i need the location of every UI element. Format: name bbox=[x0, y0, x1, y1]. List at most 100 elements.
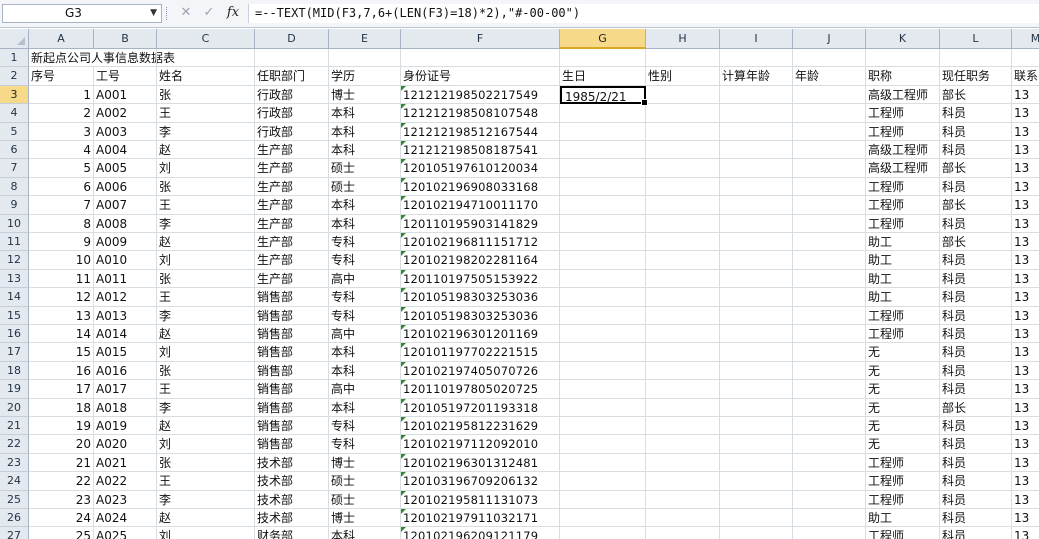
cell-contact[interactable]: 13 bbox=[1012, 104, 1039, 123]
cell-contact[interactable]: 13 bbox=[1012, 325, 1039, 344]
cell-dept[interactable]: 财务部 bbox=[255, 527, 329, 539]
cell-dept[interactable]: 生产部 bbox=[255, 141, 329, 160]
cell-age[interactable] bbox=[793, 85, 866, 105]
cell-title[interactable]: 工程师 bbox=[866, 527, 940, 539]
cell-contact[interactable]: 13 bbox=[1012, 380, 1039, 399]
cell-birthday[interactable] bbox=[560, 472, 646, 491]
cell-gender[interactable] bbox=[646, 251, 720, 270]
row-header[interactable]: 16 bbox=[0, 325, 29, 344]
cell-id-number[interactable]: 120110197805020725 bbox=[401, 380, 560, 399]
cell-gender[interactable] bbox=[646, 177, 720, 197]
row-header[interactable]: 1 bbox=[0, 49, 29, 68]
cell-education[interactable]: 专科 bbox=[329, 233, 401, 252]
cell[interactable] bbox=[560, 49, 646, 68]
cell-birthday[interactable] bbox=[560, 159, 646, 178]
cell-id-number[interactable]: 120102197112092010 bbox=[401, 435, 560, 454]
cell-emp-id[interactable]: A019 bbox=[94, 417, 157, 436]
cell-title[interactable]: 无 bbox=[866, 380, 940, 399]
header-cell[interactable]: 序号 bbox=[29, 67, 94, 86]
cell-id-number[interactable]: 121212198508187541 bbox=[401, 141, 560, 160]
cell-contact[interactable]: 13 bbox=[1012, 141, 1039, 160]
cell-dept[interactable]: 行政部 bbox=[255, 122, 329, 141]
cell-dept[interactable]: 技术部 bbox=[255, 509, 329, 528]
cell-dept[interactable]: 生产部 bbox=[255, 269, 329, 289]
cell-age[interactable] bbox=[793, 196, 866, 215]
cell-id-number[interactable]: 120102195811131073 bbox=[401, 490, 560, 509]
cell-gender[interactable] bbox=[646, 343, 720, 362]
cell[interactable] bbox=[94, 49, 157, 68]
cell-seq[interactable]: 21 bbox=[29, 453, 94, 473]
cell-title[interactable]: 助工 bbox=[866, 233, 940, 252]
cell-calc-age[interactable] bbox=[720, 361, 793, 381]
header-cell[interactable]: 生日 bbox=[560, 67, 646, 86]
cell-calc-age[interactable] bbox=[720, 159, 793, 178]
column-header-m[interactable]: M bbox=[1012, 29, 1039, 49]
cell-id-number[interactable]: 120110197505153922 bbox=[401, 269, 560, 289]
cell-dept[interactable]: 生产部 bbox=[255, 251, 329, 270]
column-header-i[interactable]: I bbox=[720, 29, 793, 49]
worksheet-grid[interactable]: A B C D E F G H I J K L M 1 新起点公司人事信息数据表 2 序号 工号 姓名 任职部门 学历身… bbox=[0, 29, 1039, 539]
cell-position[interactable]: 科员 bbox=[940, 435, 1012, 454]
cell-gender[interactable] bbox=[646, 453, 720, 473]
cell-gender[interactable] bbox=[646, 527, 720, 539]
cell-gender[interactable] bbox=[646, 509, 720, 528]
cell-seq[interactable]: 18 bbox=[29, 398, 94, 417]
cell-title[interactable]: 工程师 bbox=[866, 104, 940, 123]
cell-id-number[interactable]: 120102196908033168 bbox=[401, 177, 560, 197]
cell-position[interactable]: 部长 bbox=[940, 233, 1012, 252]
cell-name[interactable]: 王 bbox=[157, 104, 255, 123]
cell-age[interactable] bbox=[793, 380, 866, 399]
cell-name[interactable]: 刘 bbox=[157, 435, 255, 454]
cell-position[interactable]: 科员 bbox=[940, 269, 1012, 289]
cell-gender[interactable] bbox=[646, 196, 720, 215]
cell-calc-age[interactable] bbox=[720, 269, 793, 289]
cell-seq[interactable]: 3 bbox=[29, 122, 94, 141]
cell-calc-age[interactable] bbox=[720, 196, 793, 215]
header-cell[interactable]: 工号 bbox=[94, 67, 157, 86]
cell-age[interactable] bbox=[793, 343, 866, 362]
cell-calc-age[interactable] bbox=[720, 527, 793, 539]
cell-gender[interactable] bbox=[646, 85, 720, 105]
cell-title[interactable]: 工程师 bbox=[866, 490, 940, 509]
cell-title[interactable]: 工程师 bbox=[866, 453, 940, 473]
cell-name[interactable]: 王 bbox=[157, 196, 255, 215]
cell-position[interactable]: 科员 bbox=[940, 343, 1012, 362]
cell-position[interactable]: 科员 bbox=[940, 417, 1012, 436]
cell-contact[interactable]: 13 bbox=[1012, 270, 1039, 289]
cell-title[interactable]: 工程师 bbox=[866, 306, 940, 325]
cell-id-number[interactable]: 120102196301312481 bbox=[401, 453, 560, 473]
cell-calc-age[interactable] bbox=[720, 453, 793, 473]
cell-gender[interactable] bbox=[646, 417, 720, 436]
row-header[interactable]: 5 bbox=[0, 122, 29, 141]
cell-education[interactable]: 博士 bbox=[329, 509, 401, 528]
insert-function-icon[interactable]: fx bbox=[222, 4, 244, 22]
cell-title[interactable]: 工程师 bbox=[866, 214, 940, 233]
column-header-k[interactable]: K bbox=[866, 29, 940, 49]
cell-birthday[interactable] bbox=[560, 141, 646, 160]
cell-education[interactable]: 硕士 bbox=[329, 177, 401, 197]
column-header-h[interactable]: H bbox=[646, 29, 720, 49]
cell-education[interactable]: 专科 bbox=[329, 417, 401, 436]
cell-title[interactable]: 无 bbox=[866, 361, 940, 381]
cell-id-number[interactable]: 120102198202281164 bbox=[401, 251, 560, 270]
cell-age[interactable] bbox=[793, 361, 866, 381]
cell-name[interactable]: 王 bbox=[157, 380, 255, 399]
cell-education[interactable]: 专科 bbox=[329, 435, 401, 454]
cell-birthday[interactable] bbox=[560, 343, 646, 362]
cell-id-number[interactable]: 120103196709206132 bbox=[401, 472, 560, 491]
column-header-j[interactable]: J bbox=[793, 29, 866, 49]
cell-id-number[interactable]: 120102196811151712 bbox=[401, 233, 560, 252]
cell-education[interactable]: 本科 bbox=[329, 398, 401, 417]
cell-calc-age[interactable] bbox=[720, 306, 793, 325]
cell-title[interactable]: 无 bbox=[866, 435, 940, 454]
cell-education[interactable]: 本科 bbox=[329, 141, 401, 160]
cell-title[interactable]: 高级工程师 bbox=[866, 159, 940, 178]
cell-position[interactable]: 科员 bbox=[940, 527, 1012, 539]
cell-position[interactable]: 科员 bbox=[940, 490, 1012, 509]
cell-seq[interactable]: 11 bbox=[29, 269, 94, 289]
cell-emp-id[interactable]: A008 bbox=[94, 214, 157, 233]
cell-birthday[interactable] bbox=[560, 251, 646, 270]
cell-gender[interactable] bbox=[646, 380, 720, 399]
cell-position[interactable]: 科员 bbox=[940, 325, 1012, 344]
cell-name[interactable]: 赵 bbox=[157, 141, 255, 160]
